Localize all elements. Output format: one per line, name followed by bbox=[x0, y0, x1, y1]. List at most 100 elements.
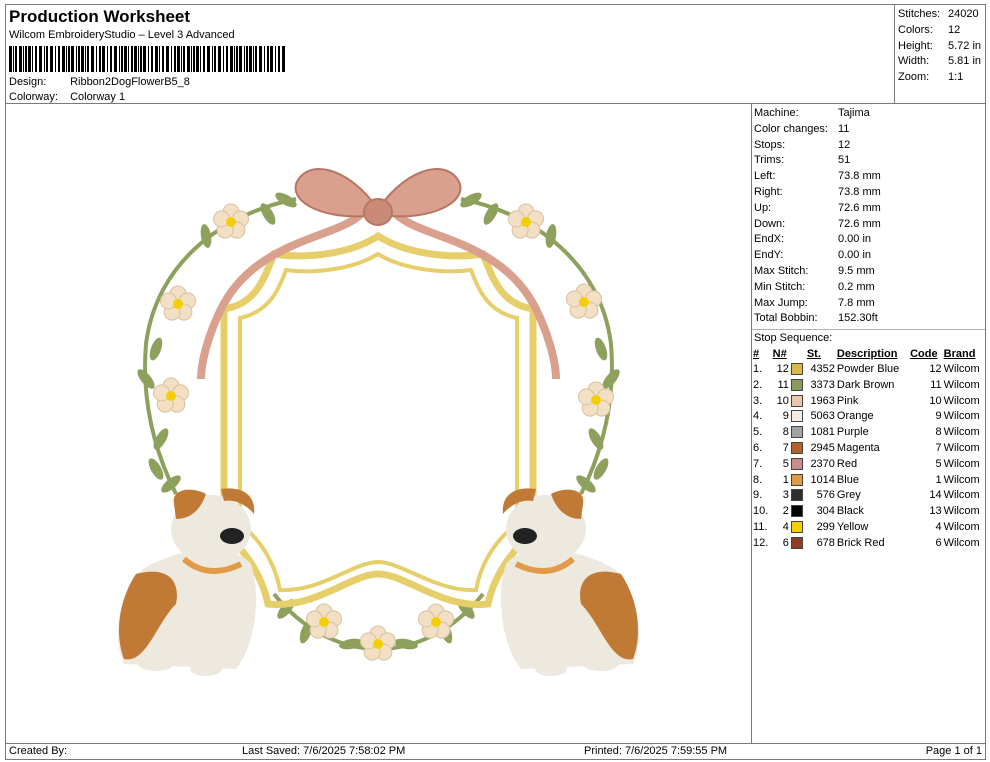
row-needle: 3 bbox=[782, 489, 789, 502]
info-label: Max Stitch: bbox=[754, 264, 809, 277]
table-row: 5. 8 1081 Purple 8 Wilcom bbox=[752, 424, 986, 440]
row-needle: 1 bbox=[782, 473, 789, 486]
row-code: 7 bbox=[935, 442, 942, 455]
info-label: EndX: bbox=[754, 233, 784, 246]
footer: Created By: Last Saved: 7/6/2025 7:58:02… bbox=[5, 743, 986, 760]
row-code: 1 bbox=[935, 473, 942, 486]
summary-label: Width: bbox=[898, 55, 930, 68]
row-description: Pink bbox=[836, 394, 859, 407]
design-preview bbox=[5, 103, 752, 744]
table-row: 11. 4 299 Yellow 4 Wilcom bbox=[752, 519, 986, 535]
table-row: 9. 3 576 Grey 14 Wilcom bbox=[752, 488, 986, 504]
machine-info-row: Right: 73.8 mm bbox=[752, 185, 985, 201]
row-num: 5. bbox=[753, 426, 763, 439]
row-description: Black bbox=[836, 505, 864, 518]
worksheet-header: Production Worksheet Wilcom EmbroiderySt… bbox=[5, 4, 895, 104]
color-swatch bbox=[790, 473, 803, 486]
info-label: Color changes: bbox=[754, 122, 828, 135]
color-swatch-cell bbox=[790, 377, 806, 393]
frame-outer bbox=[220, 231, 537, 608]
col-brand: Brand bbox=[943, 347, 976, 360]
color-swatch-cell bbox=[790, 393, 806, 409]
machine-info-row: EndX: 0.00 in bbox=[752, 232, 985, 248]
summary-label: Zoom: bbox=[898, 71, 930, 84]
row-stitches: 2945 bbox=[810, 442, 835, 455]
row-stitches: 4352 bbox=[810, 363, 835, 376]
row-stitches: 3373 bbox=[810, 378, 835, 391]
info-label: EndY: bbox=[754, 249, 784, 262]
info-label: Stops: bbox=[754, 138, 786, 151]
row-code: 9 bbox=[935, 410, 942, 423]
color-swatch-cell bbox=[790, 424, 806, 440]
row-stitches: 304 bbox=[816, 505, 835, 518]
row-stitches: 2370 bbox=[810, 457, 835, 470]
table-row: 1. 12 4352 Powder Blue 12 Wilcom bbox=[752, 361, 986, 377]
row-num: 2. bbox=[753, 378, 763, 391]
row-needle: 5 bbox=[782, 457, 789, 470]
info-value: 73.8 mm bbox=[838, 170, 881, 183]
color-swatch bbox=[790, 394, 803, 407]
created-by: Created By: bbox=[9, 745, 68, 757]
info-label: Min Stitch: bbox=[754, 280, 806, 293]
color-swatch bbox=[790, 489, 803, 502]
row-needle: 2 bbox=[782, 505, 789, 518]
summary-label: Colors: bbox=[898, 23, 933, 36]
row-needle: 11 bbox=[777, 378, 789, 391]
row-num: 6. bbox=[753, 442, 763, 455]
flower bbox=[417, 603, 455, 639]
left-bulldog bbox=[118, 488, 256, 676]
row-needle: 10 bbox=[776, 394, 789, 407]
row-description: Red bbox=[836, 457, 858, 470]
color-swatch-cell bbox=[790, 519, 806, 535]
row-brand: Wilcom bbox=[943, 394, 980, 407]
machine-info-row: Color changes: 11 bbox=[752, 122, 985, 138]
row-brand: Wilcom bbox=[943, 489, 980, 502]
machine-info-row: Max Stitch: 9.5 mm bbox=[752, 264, 985, 280]
col-n: N# bbox=[772, 347, 787, 360]
row-brand: Wilcom bbox=[943, 442, 980, 455]
row-needle: 6 bbox=[782, 536, 789, 549]
machine-info-row: Stops: 12 bbox=[752, 138, 985, 154]
summary-value: 1:1 bbox=[948, 71, 964, 84]
info-value: 9.5 mm bbox=[838, 264, 875, 277]
right-bulldog bbox=[501, 488, 639, 676]
table-row: 8. 1 1014 Blue 1 Wilcom bbox=[752, 472, 986, 488]
color-swatch bbox=[790, 536, 803, 549]
flower bbox=[212, 203, 250, 239]
color-swatch bbox=[790, 505, 803, 518]
row-description: Orange bbox=[836, 410, 874, 423]
color-swatch bbox=[790, 363, 803, 376]
row-num: 3. bbox=[753, 394, 763, 407]
summary-label: Height: bbox=[898, 39, 933, 52]
summary-value: 12 bbox=[948, 23, 961, 36]
row-code: 8 bbox=[935, 426, 942, 439]
row-code: 4 bbox=[935, 521, 942, 534]
info-value: 51 bbox=[838, 154, 851, 167]
color-swatch-cell bbox=[790, 456, 806, 472]
info-value: 72.6 mm bbox=[838, 201, 881, 214]
design-value: Ribbon2DogFlowerB5_8 bbox=[70, 76, 190, 88]
machine-info-row: Down: 72.6 mm bbox=[752, 217, 985, 233]
info-label: Max Jump: bbox=[754, 296, 808, 309]
row-code: 14 bbox=[929, 489, 942, 502]
row-description: Dark Brown bbox=[836, 378, 895, 391]
row-code: 5 bbox=[935, 457, 942, 470]
summary-label: Stitches: bbox=[898, 8, 941, 20]
page-number: Page 1 of 1 bbox=[925, 745, 982, 757]
col-code: Code bbox=[910, 347, 938, 360]
color-swatch-cell bbox=[790, 361, 806, 377]
design-row: Design: Ribbon2DogFlowerB5_8 bbox=[9, 76, 190, 88]
flower bbox=[152, 377, 190, 413]
row-brand: Wilcom bbox=[943, 521, 980, 534]
table-row: 12. 6 678 Brick Red 6 Wilcom bbox=[752, 535, 986, 551]
row-brand: Wilcom bbox=[943, 410, 980, 423]
row-brand: Wilcom bbox=[943, 536, 980, 549]
machine-info-row: Max Jump: 7.8 mm bbox=[752, 296, 985, 312]
info-label: Left: bbox=[754, 170, 776, 183]
col-swatch bbox=[790, 346, 806, 361]
flower bbox=[507, 203, 545, 239]
machine-info-row: Trims: 51 bbox=[752, 153, 985, 169]
table-row: 6. 7 2945 Magenta 7 Wilcom bbox=[752, 440, 986, 456]
info-value: 152.30ft bbox=[838, 312, 878, 325]
leaf bbox=[149, 337, 163, 361]
